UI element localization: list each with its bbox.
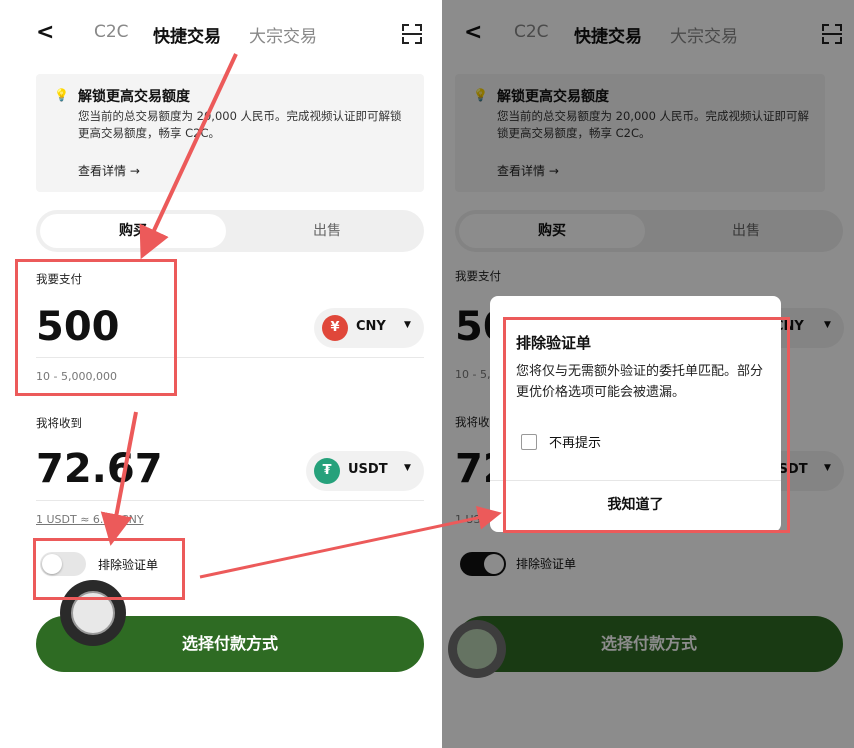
notice-body: 您当前的总交易额度为 20,000 人民币。完成视频认证即可解锁更高交易额度，畅… — [78, 109, 402, 140]
limit-notice: 💡 解锁更高交易额度 您当前的总交易额度为 20,000 人民币。完成视频认证即… — [36, 74, 424, 192]
view-details-link[interactable]: 查看详情 → — [78, 162, 140, 179]
cny-icon: ¥ — [322, 315, 348, 341]
receive-currency-select[interactable]: ₮ USDT ▼ — [306, 451, 424, 491]
tab-buy[interactable]: 购买 — [40, 214, 226, 248]
highlight-dialog-box — [503, 317, 790, 533]
receive-currency-label: USDT — [348, 462, 388, 477]
right-screen: < C2C 快捷交易 大宗交易 💡 解锁更高交易额度 您当前的总交易额度为 20… — [442, 0, 854, 748]
highlight-pay-box — [15, 259, 177, 396]
notice-title: 解锁更高交易额度 — [78, 89, 190, 105]
top-nav: < C2C 快捷交易 大宗交易 — [0, 14, 428, 54]
buy-sell-toggle: 购买 出售 — [36, 210, 424, 252]
receive-amount: 72.67 — [36, 446, 163, 492]
tab-c2c[interactable]: C2C — [94, 22, 129, 42]
chevron-down-icon: ▼ — [404, 320, 411, 330]
tab-bulk-trade[interactable]: 大宗交易 — [249, 22, 317, 47]
scan-icon[interactable] — [402, 24, 422, 44]
exchange-rate: 1 USDT ≈ 6.88 CNY — [36, 513, 144, 526]
receive-label: 我将收到 — [36, 416, 82, 430]
tab-quick-trade[interactable]: 快捷交易 — [153, 22, 221, 47]
usdt-icon: ₮ — [314, 458, 340, 484]
chevron-down-icon: ▼ — [404, 463, 411, 473]
pay-currency-label: CNY — [356, 319, 386, 334]
lightbulb-icon: 💡 — [54, 88, 69, 102]
highlight-toggle-box — [33, 538, 185, 600]
divider — [36, 500, 424, 501]
left-screen: < C2C 快捷交易 大宗交易 💡 解锁更高交易额度 您当前的总交易额度为 20… — [0, 0, 428, 748]
pay-currency-select[interactable]: ¥ CNY ▼ — [314, 308, 424, 348]
back-icon[interactable]: < — [36, 20, 54, 45]
tab-sell[interactable]: 出售 — [230, 210, 424, 252]
